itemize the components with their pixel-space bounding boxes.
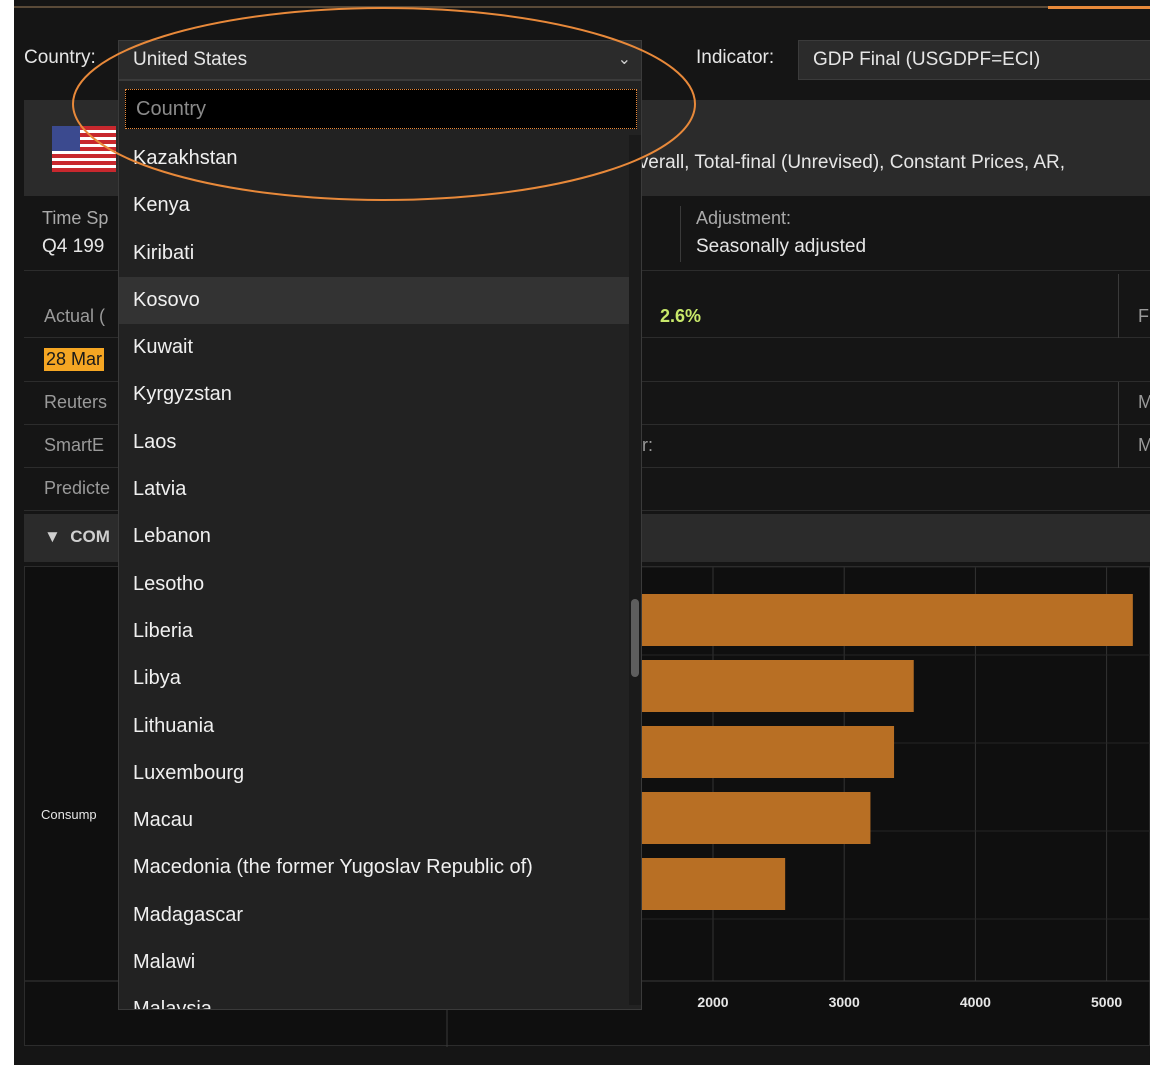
dropdown-option[interactable]: Macedonia (the former Yugoslav Republic … xyxy=(119,844,629,891)
dropdown-option[interactable]: Lithuania xyxy=(119,703,629,750)
dropdown-option[interactable]: Macau xyxy=(119,797,629,844)
dropdown-option[interactable]: Kiribati xyxy=(119,230,629,277)
dropdown-option[interactable]: Lesotho xyxy=(119,561,629,608)
section-title: COM xyxy=(70,527,110,546)
time-span-value: Q4 199 xyxy=(42,236,105,257)
chart-x-tick-label: 2000 xyxy=(697,994,728,1010)
app-window: Country: United States ⌄ Indicator: GDP … xyxy=(14,0,1150,1065)
dropdown-scrollbar-thumb[interactable] xyxy=(631,599,639,677)
dropdown-option[interactable]: Libya xyxy=(119,655,629,702)
reuters-label: Reuters xyxy=(44,392,108,412)
dropdown-option[interactable]: Kosovo xyxy=(119,276,629,325)
dropdown-option[interactable]: Madagascar xyxy=(119,892,629,939)
dropdown-option[interactable]: Malaysia xyxy=(119,986,629,1009)
dropdown-option[interactable]: Liberia xyxy=(119,608,629,655)
actual-label: Actual ( xyxy=(44,306,106,326)
top-accent-line xyxy=(1048,6,1150,9)
dropdown-option[interactable]: Laos xyxy=(119,419,629,466)
indicator-select-value: GDP Final (USGDPF=ECI) xyxy=(813,49,1041,70)
indicator-label: Indicator: xyxy=(696,47,775,68)
dropdown-option[interactable]: Kuwait xyxy=(119,324,629,371)
dropdown-option[interactable]: Latvia xyxy=(119,466,629,513)
country-dropdown: KazakhstanKenyaKiribatiKosovoKuwaitKyrgy… xyxy=(118,80,642,1010)
dropdown-option[interactable]: Luxembourg xyxy=(119,750,629,797)
actual-divider xyxy=(1118,274,1119,338)
adjustment-value: Seasonally adjusted xyxy=(696,236,867,257)
dropdown-option[interactable]: Kyrgyzstan xyxy=(119,371,629,418)
dropdown-scrollbar-track[interactable] xyxy=(629,135,641,1005)
chart-x-tick-label: 5000 xyxy=(1091,994,1122,1010)
highlight-ellipse-annotation xyxy=(72,7,696,201)
meta-divider xyxy=(680,206,681,262)
reuters-right-label: M xyxy=(1138,392,1150,412)
release-date-badge: 28 Mar xyxy=(44,348,105,371)
smartestimate-divider xyxy=(1118,425,1119,468)
actual-right-label: F xyxy=(1138,306,1149,326)
smartestimate-suffix: r: xyxy=(642,435,653,455)
actual-value: 2.6% xyxy=(660,306,702,326)
predicted-label: Predicte xyxy=(44,478,111,498)
smartestimate-label: SmartE xyxy=(44,435,105,455)
dropdown-option[interactable]: Malawi xyxy=(119,939,629,986)
indicator-select[interactable]: GDP Final (USGDPF=ECI) xyxy=(798,40,1150,80)
time-span-label: Time Sp xyxy=(42,208,109,228)
collapse-triangle-icon: ▼ COM xyxy=(44,527,110,546)
country-list: Kazakhstan Kenya Kiribati Kosovo Kuwait Kyrgy… xyxy=(119,135,629,1009)
smartestimate-right-label: M xyxy=(1138,435,1150,455)
dropdown-option[interactable]: Lebanon xyxy=(119,513,629,560)
adjustment-label: Adjustment: xyxy=(696,208,792,228)
reuters-divider xyxy=(1118,382,1119,425)
chart-x-tick-label: 3000 xyxy=(829,994,860,1010)
chart-x-tick-label: 4000 xyxy=(960,994,991,1010)
